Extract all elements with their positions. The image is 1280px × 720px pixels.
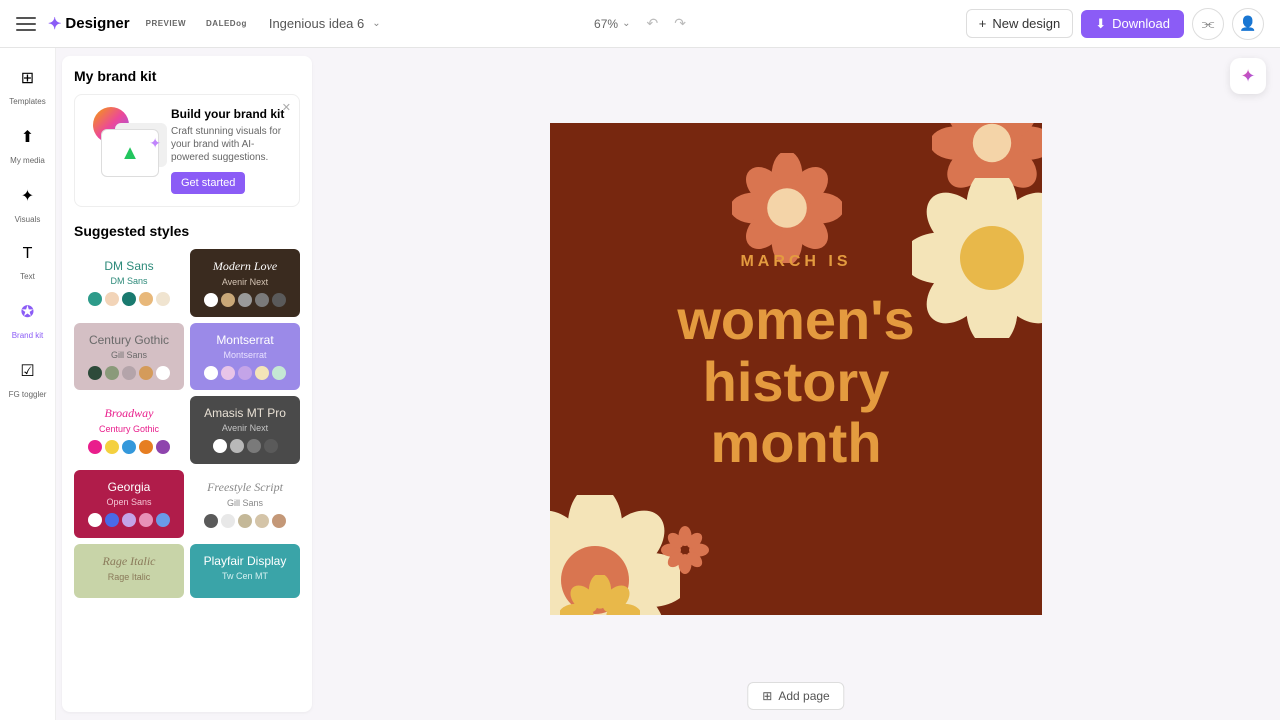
document-name-dropdown[interactable]: Ingenious idea 6 ⌄ — [269, 16, 381, 31]
plus-square-icon: ⊞ — [762, 689, 772, 703]
center-controls: 67% ⌄ ↶ ↷ — [594, 15, 686, 32]
close-icon[interactable]: ✕ — [282, 101, 291, 114]
app-logo[interactable]: ✦ Designer — [48, 14, 130, 34]
style-card[interactable]: BroadwayCentury Gothic — [74, 396, 184, 464]
sidenav: ⊞Templates⬆My media✦VisualsTText✪Brand k… — [0, 48, 56, 720]
download-icon: ⬇ — [1095, 16, 1106, 32]
download-button[interactable]: ⬇ Download — [1081, 10, 1184, 38]
style-card[interactable]: Amasis MT ProAvenir Next — [190, 396, 300, 464]
canvas-area[interactable]: MARCH IS women's history month ⊞ Add pag… — [312, 48, 1280, 720]
add-page-button[interactable]: ⊞ Add page — [747, 682, 844, 710]
menu-icon[interactable] — [16, 17, 36, 31]
zoom-dropdown[interactable]: 67% ⌄ — [594, 17, 630, 31]
brand-kit-panel: My brand kit ✕ ✦ Build your brand kit Cr… — [62, 56, 312, 712]
section-title: My brand kit — [74, 68, 300, 84]
subtitle-text: MARCH IS — [550, 253, 1042, 271]
nav-icon: T — [4, 245, 52, 263]
sidenav-item-my-media[interactable]: ⬆My media — [4, 119, 52, 176]
get-started-button[interactable]: Get started — [171, 172, 245, 194]
style-card[interactable]: Century GothicGill Sans — [74, 323, 184, 390]
secondary-badge: DALEDog — [202, 17, 251, 30]
ai-sparkle-button[interactable]: ✦ — [1230, 58, 1266, 94]
section-title: Suggested styles — [74, 223, 300, 239]
sparkle-icon: ✦ — [1240, 66, 1255, 87]
style-card[interactable]: MontserratMontserrat — [190, 323, 300, 390]
style-card[interactable]: Freestyle ScriptGill Sans — [190, 470, 300, 538]
nav-icon: ☑ — [4, 361, 52, 381]
style-card[interactable]: Playfair DisplayTw Cen MT — [190, 544, 300, 598]
profile-button[interactable]: 👤 — [1232, 8, 1264, 40]
nav-icon: ✦ — [4, 186, 52, 206]
sidenav-item-templates[interactable]: ⊞Templates — [4, 60, 52, 117]
sidenav-item-brand-kit[interactable]: ✪Brand kit — [4, 294, 52, 351]
right-controls: + New design ⬇ Download ⫘ 👤 — [966, 8, 1264, 40]
redo-button[interactable]: ↷ — [674, 15, 686, 32]
design-canvas[interactable]: MARCH IS women's history month — [550, 123, 1042, 615]
promo-desc: Craft stunning visuals for your brand wi… — [171, 125, 287, 164]
promo-card: ✕ ✦ Build your brand kit Craft stunning … — [74, 94, 300, 207]
new-design-button[interactable]: + New design — [966, 9, 1074, 38]
style-card[interactable]: GeorgiaOpen Sans — [74, 470, 184, 538]
style-card[interactable]: Rage ItalicRage Italic — [74, 544, 184, 598]
nav-icon: ⊞ — [4, 68, 52, 88]
sidenav-item-fg-toggler[interactable]: ☑FG toggler — [4, 353, 52, 410]
title-text: women's history month — [550, 289, 1042, 474]
chevron-down-icon: ⌄ — [622, 18, 630, 29]
canvas-text[interactable]: MARCH IS women's history month — [550, 253, 1042, 474]
flower-decoration — [732, 153, 842, 263]
undo-button[interactable]: ↶ — [646, 15, 658, 32]
preview-badge: PREVIEW — [142, 17, 190, 30]
flower-decoration — [660, 525, 710, 575]
header: ✦ Designer PREVIEW DALEDog Ingenious ide… — [0, 0, 1280, 48]
sidenav-item-text[interactable]: TText — [4, 237, 52, 292]
nav-icon: ⬆ — [4, 127, 52, 147]
style-card[interactable]: Modern LoveAvenir Next — [190, 249, 300, 317]
flower-decoration — [560, 575, 640, 615]
sidenav-item-visuals[interactable]: ✦Visuals — [4, 178, 52, 235]
app-name: Designer — [65, 15, 129, 32]
plus-icon: + — [979, 16, 987, 31]
nav-icon: ✪ — [4, 302, 52, 322]
logo-icon: ✦ — [48, 14, 61, 34]
styles-grid: DM SansDM SansModern LoveAvenir NextCent… — [74, 249, 300, 598]
promo-title: Build your brand kit — [171, 107, 287, 121]
chevron-down-icon: ⌄ — [372, 18, 380, 29]
share-button[interactable]: ⫘ — [1192, 8, 1224, 40]
promo-image: ✦ — [87, 107, 161, 181]
style-card[interactable]: DM SansDM Sans — [74, 249, 184, 317]
